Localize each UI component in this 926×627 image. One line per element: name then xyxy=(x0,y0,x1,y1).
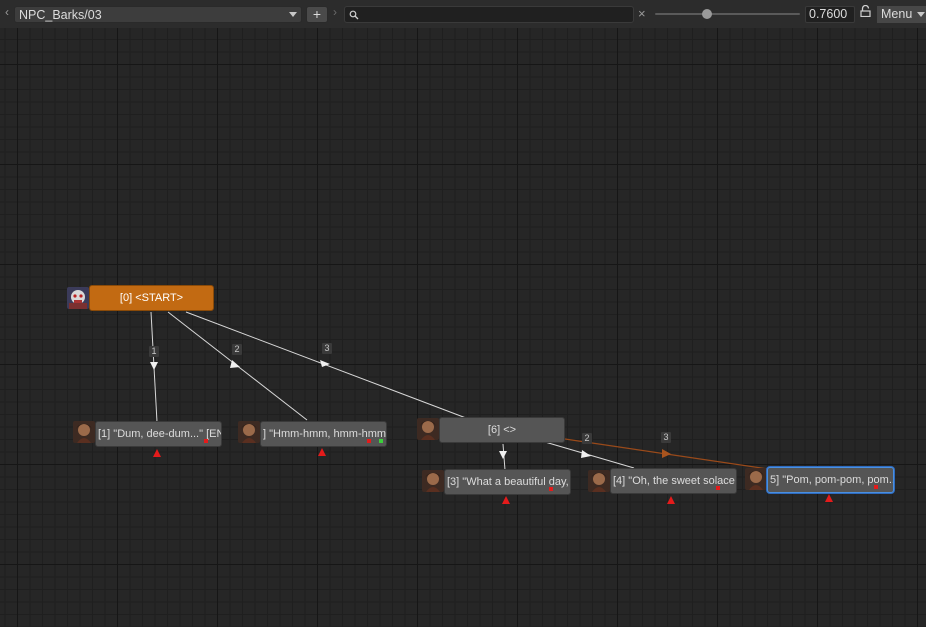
link-arrow-1 xyxy=(150,362,158,370)
chevron-down-icon xyxy=(917,12,925,17)
links-layer xyxy=(150,311,769,471)
link-label-2: 2 xyxy=(232,344,242,355)
back-chevron-icon[interactable]: ‹ xyxy=(2,4,12,20)
npc-portrait-icon xyxy=(73,421,95,443)
warning-triangle-icon xyxy=(502,496,510,504)
zoom-slider-track xyxy=(655,13,800,15)
dialogue-node-3[interactable]: [3] "What a beautiful day, xyxy=(444,469,571,495)
toolbar: ‹ NPC_Barks/03 + › × 0.7600 Menu xyxy=(0,0,926,28)
warning-dot-icon xyxy=(716,486,720,490)
link-arrow-6-5 xyxy=(662,449,671,458)
warning-dot-icon xyxy=(874,485,878,489)
add-dialogue-button[interactable]: + xyxy=(306,6,328,23)
menu-button[interactable]: Menu xyxy=(877,6,926,23)
dialogue-node-6[interactable]: [6] <> xyxy=(439,417,565,443)
zoom-slider-thumb[interactable] xyxy=(702,9,713,19)
dialogue-node-4[interactable]: [4] "Oh, the sweet solace xyxy=(610,468,737,494)
link-label-6-2: 2 xyxy=(582,433,592,444)
warning-triangle-icon xyxy=(667,496,675,504)
node-title: [0] <START> xyxy=(119,292,184,304)
link-label-6-3: 3 xyxy=(661,432,671,443)
npc-portrait-icon xyxy=(417,418,439,440)
lock-icon[interactable] xyxy=(860,4,871,20)
zoom-slider[interactable] xyxy=(655,9,800,19)
warning-triangle-icon xyxy=(153,449,161,457)
search-input[interactable] xyxy=(344,6,634,23)
dialogue-node-2[interactable]: ] "Hmm-hmm, hmm-hmm..." xyxy=(260,421,387,447)
warning-dot-icon xyxy=(549,487,553,491)
chevron-right-icon: › xyxy=(333,5,337,19)
menu-button-label: Menu xyxy=(881,7,913,21)
dialogue-node-1[interactable]: [1] "Dum, dee-dum..." [END xyxy=(95,421,222,447)
start-portrait-icon xyxy=(67,287,89,309)
warning-triangle-icon xyxy=(825,494,833,502)
warning-dot-icon xyxy=(367,439,371,443)
status-dot-icon xyxy=(379,439,383,443)
npc-portrait-icon xyxy=(745,468,767,490)
search-icon xyxy=(349,10,359,20)
dialogue-node-start[interactable]: [0] <START> xyxy=(89,285,214,311)
warning-dot-icon xyxy=(204,439,208,443)
warning-triangle-icon xyxy=(318,448,326,456)
link-arrow-6-3 xyxy=(499,451,507,459)
node-title: [6] <> xyxy=(487,424,517,436)
link-label-3: 3 xyxy=(322,343,332,354)
npc-portrait-icon xyxy=(588,470,610,492)
node-graph-canvas[interactable]: 1 2 3 2 3 [0] <START> [1] "Dum, dee-dum.… xyxy=(0,28,926,627)
link-arrow-6-4 xyxy=(581,450,591,458)
clear-search-icon[interactable]: × xyxy=(638,6,646,22)
zoom-value-field[interactable]: 0.7600 xyxy=(805,6,855,23)
npc-portrait-icon xyxy=(422,470,444,492)
npc-portrait-icon xyxy=(238,421,260,443)
chevron-down-icon xyxy=(289,12,297,17)
dialogue-selector-dropdown[interactable]: NPC_Barks/03 xyxy=(14,6,302,23)
link-label-1: 1 xyxy=(149,346,159,357)
dialogue-selector-value: NPC_Barks/03 xyxy=(19,8,102,22)
dialogue-node-5[interactable]: 5] "Pom, pom-pom, pom.... xyxy=(767,467,894,493)
